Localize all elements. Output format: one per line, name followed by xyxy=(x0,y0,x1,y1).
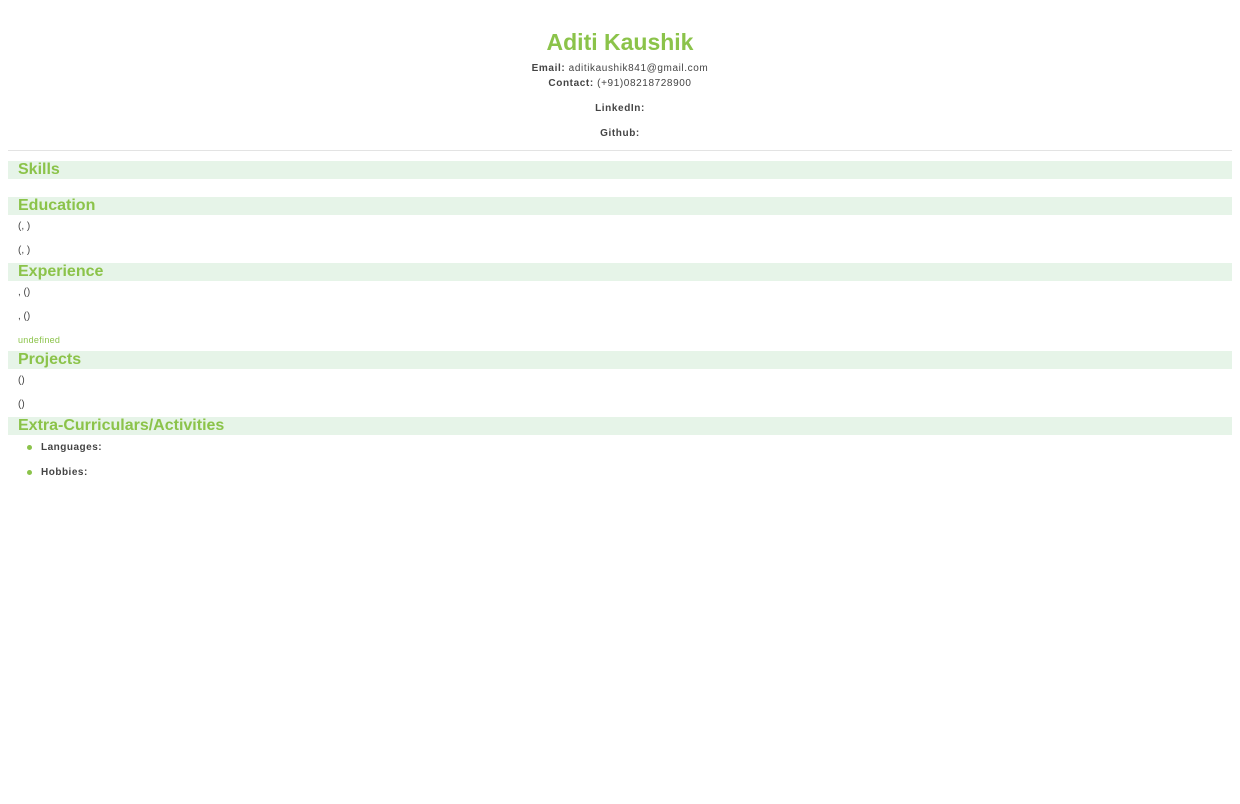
github-line: Github: xyxy=(8,126,1232,141)
email-value[interactable]: aditikaushik841@gmail.com xyxy=(569,63,709,74)
resume-header: Aditi Kaushik Email: aditikaushik841@gma… xyxy=(8,0,1232,141)
activities-list: Languages: Hobbies: xyxy=(8,435,1232,485)
education-body: (, ) (, ) xyxy=(8,215,1232,263)
section-header-projects: Projects xyxy=(8,351,1232,369)
experience-body: , () , () undefined xyxy=(8,281,1232,351)
languages-label: Languages: xyxy=(41,442,103,453)
education-entry: (, ) xyxy=(18,245,31,256)
project-entry: () xyxy=(18,375,25,386)
contact-label: Contact: xyxy=(548,78,594,89)
bullet-icon xyxy=(27,445,32,450)
project-entry: () xyxy=(18,399,25,410)
email-line: Email: aditikaushik841@gmail.com xyxy=(8,61,1232,76)
header-divider xyxy=(8,150,1232,151)
experience-entry: , () xyxy=(18,287,31,298)
bullet-icon xyxy=(27,470,32,475)
section-header-experience: Experience xyxy=(8,263,1232,281)
email-label: Email: xyxy=(531,63,566,74)
contact-value: (+91)08218728900 xyxy=(597,78,692,89)
projects-body: () () xyxy=(8,369,1232,417)
education-entry: (, ) xyxy=(18,221,31,232)
list-item-hobbies: Hobbies: xyxy=(18,460,1232,485)
list-item-languages: Languages: xyxy=(18,435,1232,460)
linkedin-line: LinkedIn: xyxy=(8,101,1232,116)
resume-page: Aditi Kaushik Email: aditikaushik841@gma… xyxy=(8,0,1232,485)
hobbies-label: Hobbies: xyxy=(41,467,88,478)
skills-body xyxy=(8,179,1232,197)
contact-line: Contact: (+91)08218728900 xyxy=(8,76,1232,91)
section-header-activities: Extra-Curriculars/Activities xyxy=(8,417,1232,435)
section-header-skills: Skills xyxy=(8,161,1232,179)
candidate-name: Aditi Kaushik xyxy=(546,29,694,55)
github-label: Github: xyxy=(600,128,640,139)
linkedin-label: LinkedIn: xyxy=(595,103,645,114)
section-header-education: Education xyxy=(8,197,1232,215)
experience-note: undefined xyxy=(18,335,61,345)
experience-entry: , () xyxy=(18,311,31,322)
